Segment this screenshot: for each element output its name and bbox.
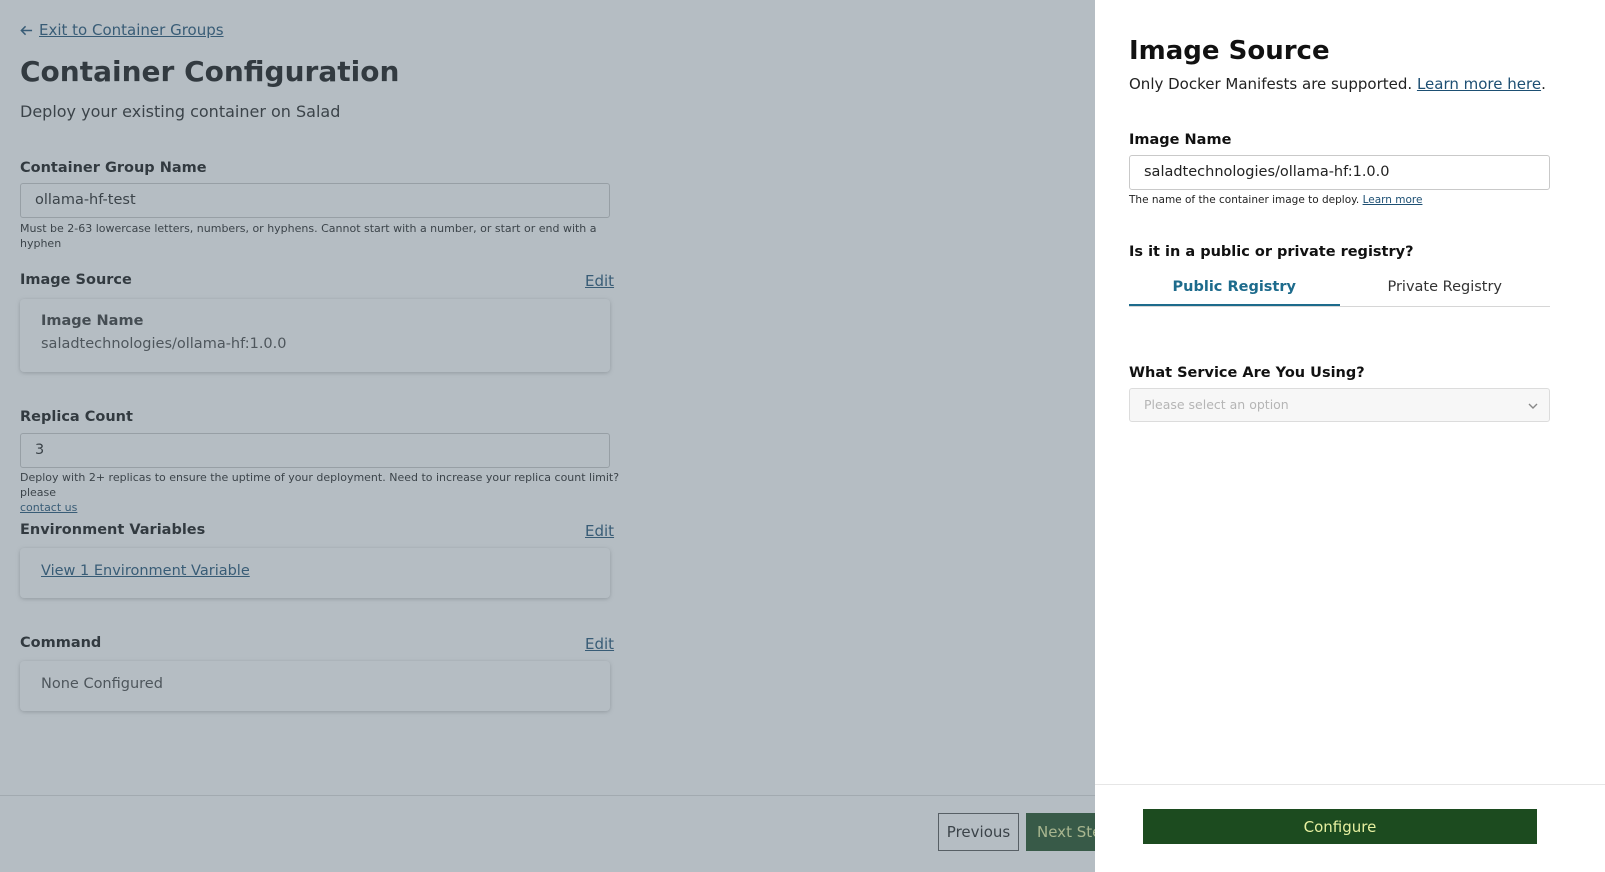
learn-more-here-link[interactable]: Learn more here [1417, 75, 1541, 93]
drawer-subtitle: Only Docker Manifests are supported. Lea… [1129, 75, 1546, 93]
image-name-label: Image Name [1129, 132, 1232, 148]
service-select-placeholder: Please select an option [1144, 397, 1289, 412]
tab-public-registry[interactable]: Public Registry [1129, 273, 1340, 306]
service-label: What Service Are You Using? [1129, 365, 1365, 381]
configure-button[interactable]: Configure [1143, 809, 1537, 844]
registry-question: Is it in a public or private registry? [1129, 244, 1414, 260]
drawer-footer-divider [1095, 784, 1605, 785]
image-name-input[interactable]: saladtechnologies/ollama-hf:1.0.0 [1129, 155, 1550, 190]
image-name-helper-text: The name of the container image to deplo… [1129, 194, 1360, 206]
image-name-learn-more-link[interactable]: Learn more [1363, 194, 1423, 206]
tab-private-registry[interactable]: Private Registry [1340, 273, 1551, 306]
drawer-subtitle-period: . [1541, 75, 1546, 93]
drawer-subtitle-text: Only Docker Manifests are supported. [1129, 75, 1413, 93]
image-source-drawer: Image Source Only Docker Manifests are s… [1095, 0, 1605, 872]
service-select[interactable]: Please select an option [1129, 388, 1550, 422]
chevron-down-icon [1528, 403, 1538, 409]
image-name-helper: The name of the container image to deplo… [1129, 194, 1422, 206]
registry-tabs: Public Registry Private Registry [1129, 273, 1550, 307]
drawer-title: Image Source [1129, 36, 1330, 66]
